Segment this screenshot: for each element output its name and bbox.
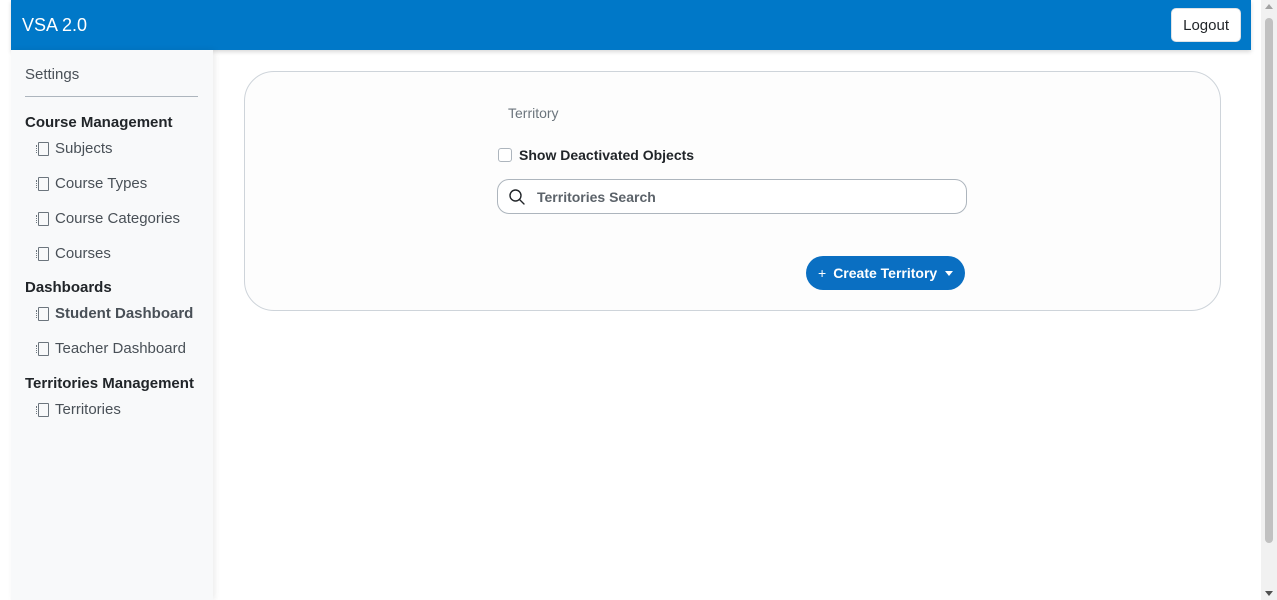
sidebar-item-territories[interactable]: Territories xyxy=(25,392,199,427)
sidebar-item-label: Student Dashboard xyxy=(55,305,194,322)
notebook-icon xyxy=(36,141,49,156)
notebook-icon xyxy=(36,176,49,191)
sidebar-item-teacher-dashboard[interactable]: Teacher Dashboard xyxy=(25,331,199,366)
vertical-scrollbar[interactable] xyxy=(1261,0,1277,600)
sidebar-heading-territories-management: Territories Management xyxy=(25,375,194,392)
sidebar-item-label: Teacher Dashboard xyxy=(55,340,186,357)
sidebar: Settings Course Management Subjects Cour… xyxy=(11,50,213,600)
course-management-list: Subjects Course Types Course Categories … xyxy=(25,131,199,271)
create-territory-label: Create Territory xyxy=(833,265,938,281)
show-deactivated-toggle[interactable]: Show Deactivated Objects xyxy=(498,147,694,163)
notebook-icon xyxy=(36,341,49,356)
notebook-icon xyxy=(36,211,49,226)
search-icon xyxy=(509,188,525,205)
sidebar-item-course-categories[interactable]: Course Categories xyxy=(25,201,199,236)
show-deactivated-checkbox[interactable] xyxy=(498,148,512,162)
show-deactivated-label: Show Deactivated Objects xyxy=(519,147,695,163)
sidebar-item-label: Course Types xyxy=(55,175,148,192)
notebook-icon xyxy=(36,402,49,417)
sidebar-settings-title: Settings xyxy=(25,66,198,97)
sidebar-item-courses[interactable]: Courses xyxy=(25,236,199,271)
sidebar-heading-course-management: Course Management xyxy=(25,114,173,131)
create-territory-button[interactable]: + Create Territory xyxy=(806,256,966,290)
sidebar-item-student-dashboard[interactable]: Student Dashboard xyxy=(25,296,199,331)
scroll-down-arrow-icon[interactable] xyxy=(1265,591,1273,596)
sidebar-heading-dashboards: Dashboards xyxy=(25,279,112,296)
caret-down-icon xyxy=(945,270,954,276)
notebook-icon xyxy=(36,246,49,261)
scroll-up-arrow-icon[interactable] xyxy=(1265,4,1273,9)
logout-button[interactable]: Logout xyxy=(1171,8,1241,42)
sidebar-item-subjects[interactable]: Subjects xyxy=(25,131,199,166)
window-left-gutter xyxy=(0,0,11,600)
sidebar-item-label: Territories xyxy=(55,401,121,418)
sidebar-item-course-types[interactable]: Course Types xyxy=(25,166,199,201)
app-brand[interactable]: VSA 2.0 xyxy=(22,15,87,36)
plus-icon: + xyxy=(818,265,827,281)
sidebar-item-label: Courses xyxy=(55,245,111,262)
territories-search-input[interactable] xyxy=(537,188,937,205)
territory-card: Territory Show Deactivated Objects + Cre… xyxy=(244,71,1221,311)
top-navbar: VSA 2.0 Logout xyxy=(11,0,1251,50)
sidebar-item-label: Course Categories xyxy=(55,210,181,227)
page-title: Territory xyxy=(508,105,559,121)
dashboards-list: Student Dashboard Teacher Dashboard xyxy=(25,296,199,366)
sidebar-item-label: Subjects xyxy=(55,140,113,157)
scrollbar-thumb[interactable] xyxy=(1265,18,1273,543)
territories-management-list: Territories xyxy=(25,392,199,427)
territories-search-box[interactable] xyxy=(497,179,967,214)
notebook-icon xyxy=(36,306,49,321)
